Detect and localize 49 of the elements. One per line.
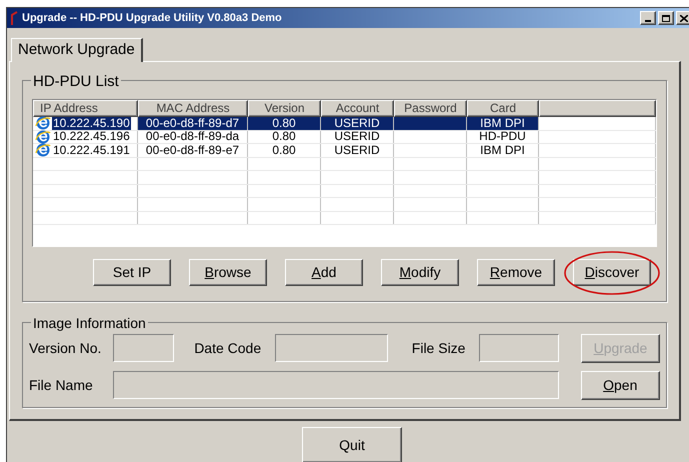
file-name-field[interactable] (113, 371, 559, 399)
list-button[interactable]: Modify (381, 259, 459, 286)
globe-e-icon (35, 116, 51, 130)
column-header[interactable] (539, 100, 656, 117)
table-cell: 00-e0-d8-ff-89-d7 (138, 116, 247, 130)
table-cell-text: IBM DPI (479, 144, 526, 157)
list-button[interactable]: Set IP (93, 259, 171, 286)
table-cell-text: 00-e0-d8-ff-89-e7 (144, 144, 240, 157)
file-size-field[interactable] (478, 334, 559, 362)
list-button[interactable]: Discover (573, 259, 651, 286)
globe-e-icon (35, 143, 51, 158)
table-cell: 0.80 (248, 116, 320, 130)
list-button[interactable]: Browse (189, 259, 267, 286)
table-cell: USERID (321, 116, 393, 130)
selected-cell (394, 116, 466, 130)
column-header[interactable]: IP Address (33, 100, 138, 117)
version-field[interactable] (112, 334, 174, 362)
table-cell: IBM DPI (467, 116, 538, 130)
list-button[interactable]: Remove (477, 259, 555, 286)
table-cell: 10.222.45.196 (52, 130, 131, 144)
table-cell-text: 0.80 (271, 130, 297, 144)
date-code-field[interactable] (275, 334, 388, 362)
open-button[interactable]: Open (580, 370, 660, 400)
column-header[interactable]: Account (321, 100, 394, 117)
column-header[interactable]: MAC Address (138, 100, 248, 117)
list-button[interactable]: Add (285, 259, 363, 286)
field-label: File Name (29, 376, 94, 394)
quit-button[interactable]: Quit (302, 427, 402, 462)
column-header[interactable]: Card (467, 100, 539, 117)
column-header[interactable]: Password (394, 100, 467, 117)
table-cell-text: 00-e0-d8-ff-89-da (144, 130, 240, 144)
tab[interactable]: Network Upgrade (11, 38, 143, 62)
column-header[interactable]: Version (248, 100, 321, 117)
table-cell-text: USERID (333, 130, 381, 144)
table-cell-text: HD-PDU (478, 130, 527, 144)
table-cell: 10.222.45.191 (52, 144, 131, 157)
table-cell: 10.222.45.190 (52, 116, 131, 130)
globe-e-icon (35, 130, 51, 144)
field-label: File Size (412, 338, 466, 358)
field-label: Version No. (29, 338, 102, 358)
window-title: Upgrade -- HD-PDU Upgrade Utility V0.80a3 Demo (22, 10, 282, 26)
app-icon (10, 11, 18, 25)
close-icon (680, 14, 688, 22)
minimize-button[interactable] (640, 11, 656, 25)
maximize-button[interactable] (658, 11, 674, 25)
close-button[interactable] (676, 11, 689, 25)
table-cell-text: 0.80 (271, 144, 297, 157)
field-label: Date Code (194, 338, 262, 358)
table-cell-text: USERID (333, 144, 381, 157)
